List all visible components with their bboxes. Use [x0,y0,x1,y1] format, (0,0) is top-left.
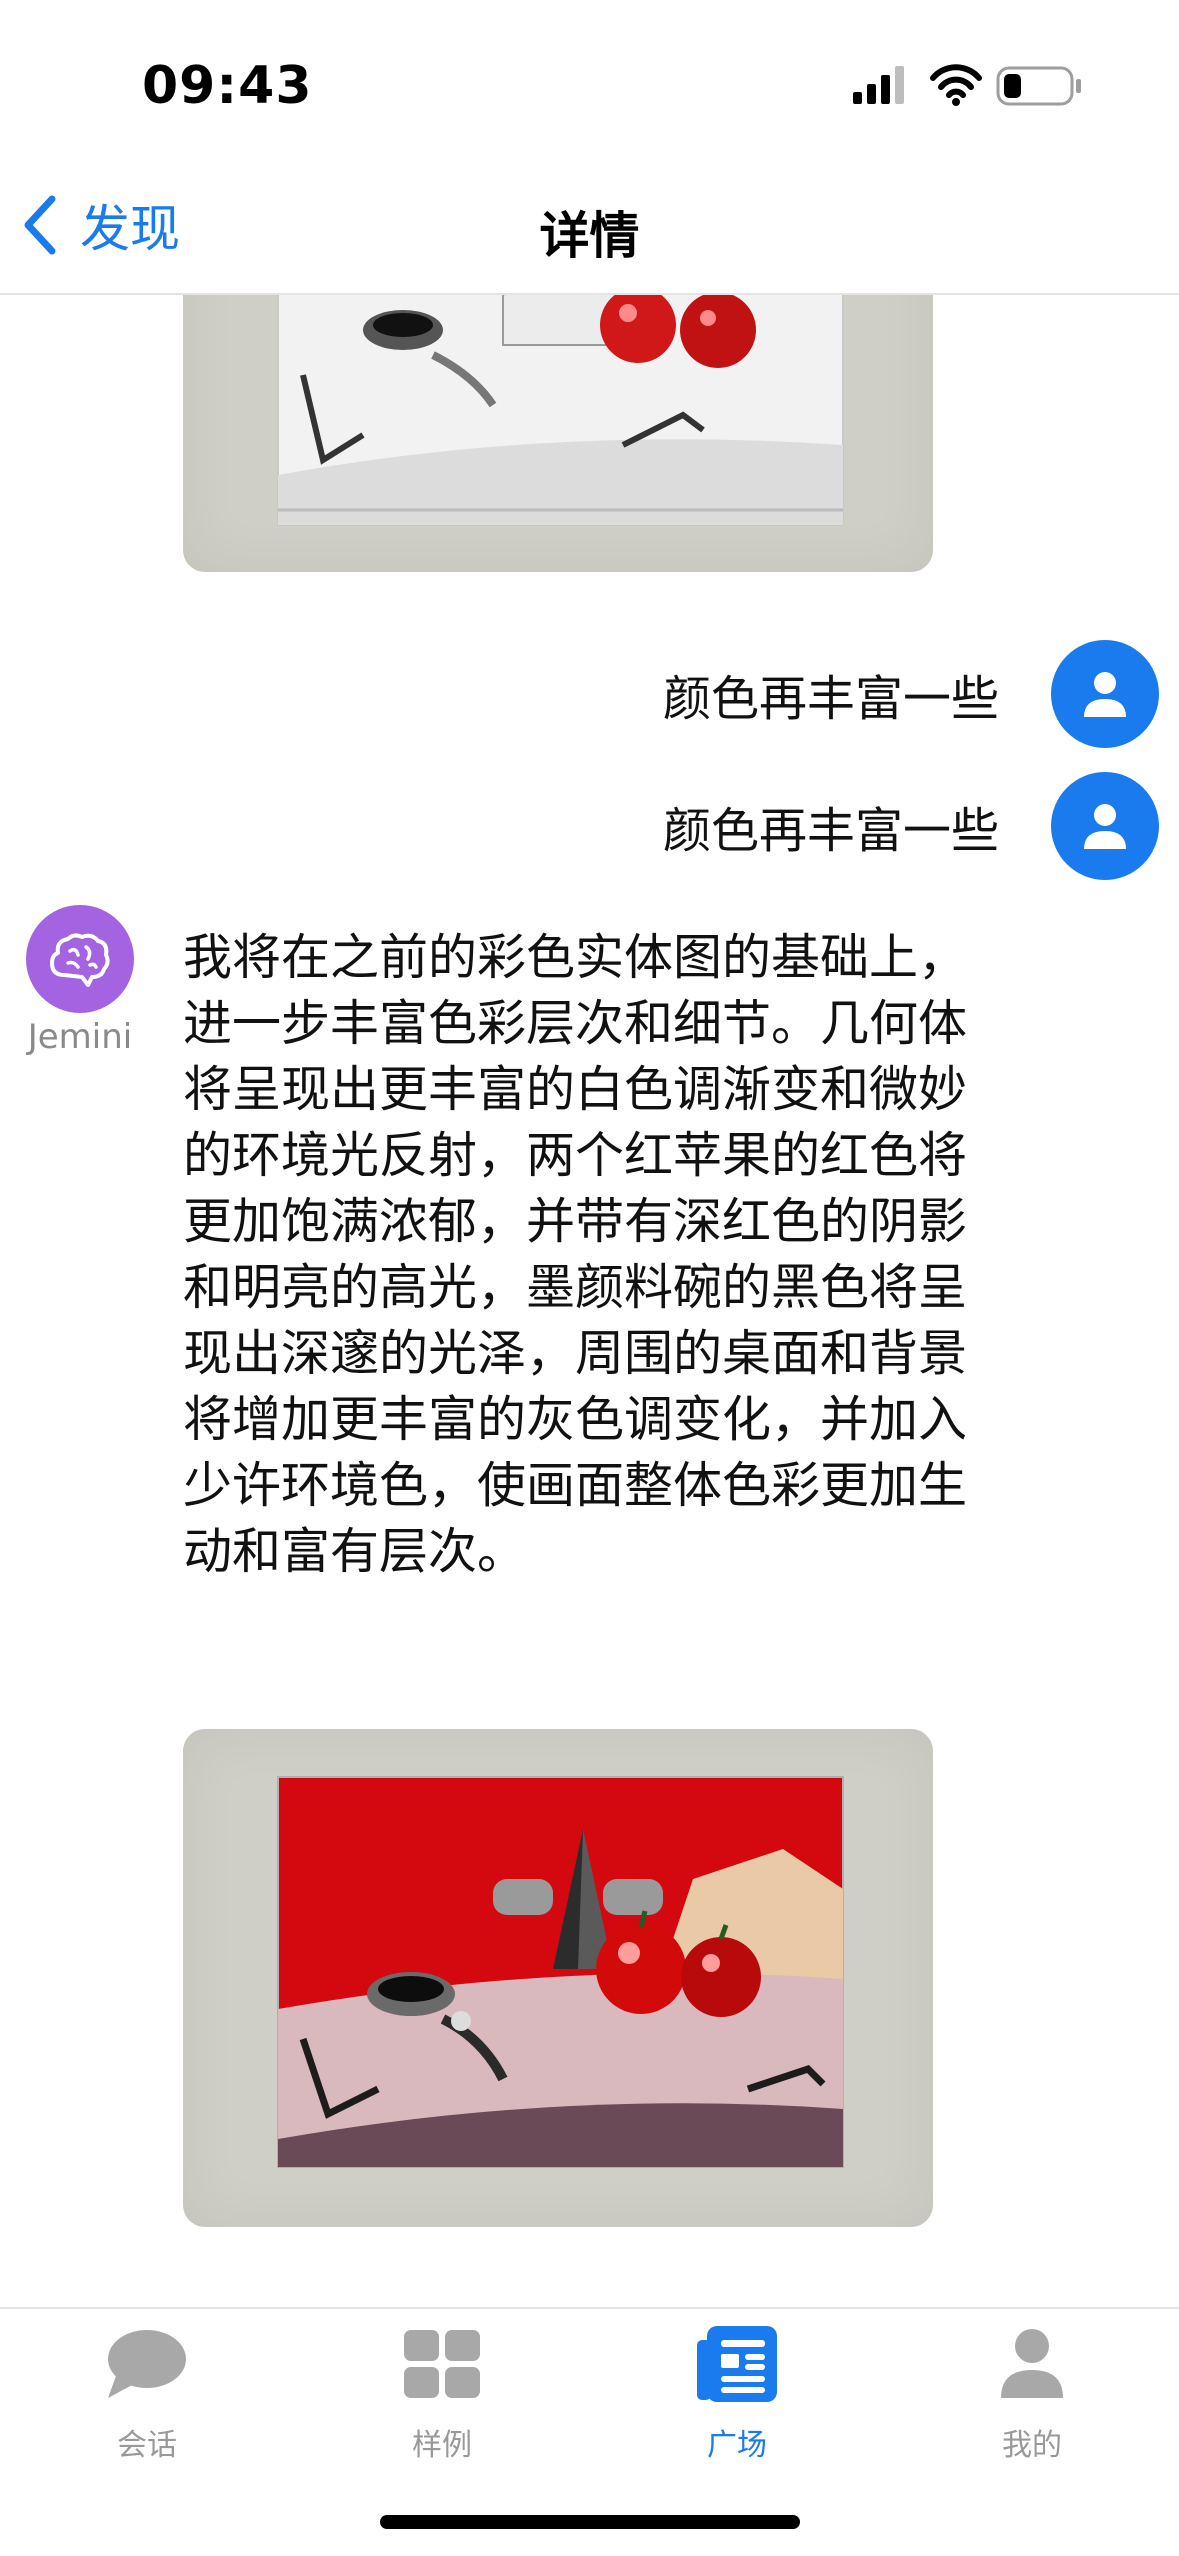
tab-label: 样例 [412,2428,472,2463]
chat-scroll-area[interactable]: 颜色再丰富一些 颜色再丰富一些 Jemini 我将在之前的彩色实体图的基础上，进… [0,295,1179,2307]
person-icon [1084,672,1126,717]
brain-icon [50,933,110,987]
user-message: 颜色再丰富一些 [662,803,999,859]
grid-icon [404,2330,480,2398]
status-time: 09:43 [142,56,313,116]
chat-bubble-icon [108,2330,186,2398]
user-message-row: 颜色再丰富一些 [663,640,1159,748]
bot-message: 我将在之前的彩色实体图的基础上，进一步丰富色彩层次和细节。几何体将呈现出更丰富的… [183,929,968,1580]
tab-me[interactable]: 我的 [932,2318,1132,2464]
tab-bar-divider [0,2307,1179,2309]
wifi-icon [930,64,982,106]
person-icon [1084,804,1126,849]
bot-name: Jemini [27,1017,133,1057]
tab-examples[interactable]: 样例 [342,2318,542,2464]
tab-chat[interactable]: 会话 [47,2318,247,2464]
user-avatar[interactable] [1051,640,1159,748]
news-icon [697,2326,777,2402]
generated-image-card[interactable] [183,1729,933,2227]
generated-image [277,295,844,526]
user-message-row: 颜色再丰富一些 [663,772,1159,880]
generated-image [277,1776,844,2168]
battery-icon [996,66,1081,106]
user-message: 颜色再丰富一些 [662,671,999,727]
user-avatar[interactable] [1051,772,1159,880]
tab-label: 我的 [1002,2428,1062,2463]
tab-label: 广场 [707,2428,767,2463]
tab-label: 会话 [117,2428,177,2463]
cellular-signal-icon [853,66,904,104]
home-indicator[interactable] [380,2515,800,2529]
person-icon [1001,2329,1063,2398]
status-icons [853,62,1083,108]
generated-image-card[interactable] [183,295,933,572]
page-title: 详情 [539,207,640,265]
bot-avatar[interactable] [26,905,134,1013]
tab-plaza[interactable]: 广场 [637,2318,837,2464]
